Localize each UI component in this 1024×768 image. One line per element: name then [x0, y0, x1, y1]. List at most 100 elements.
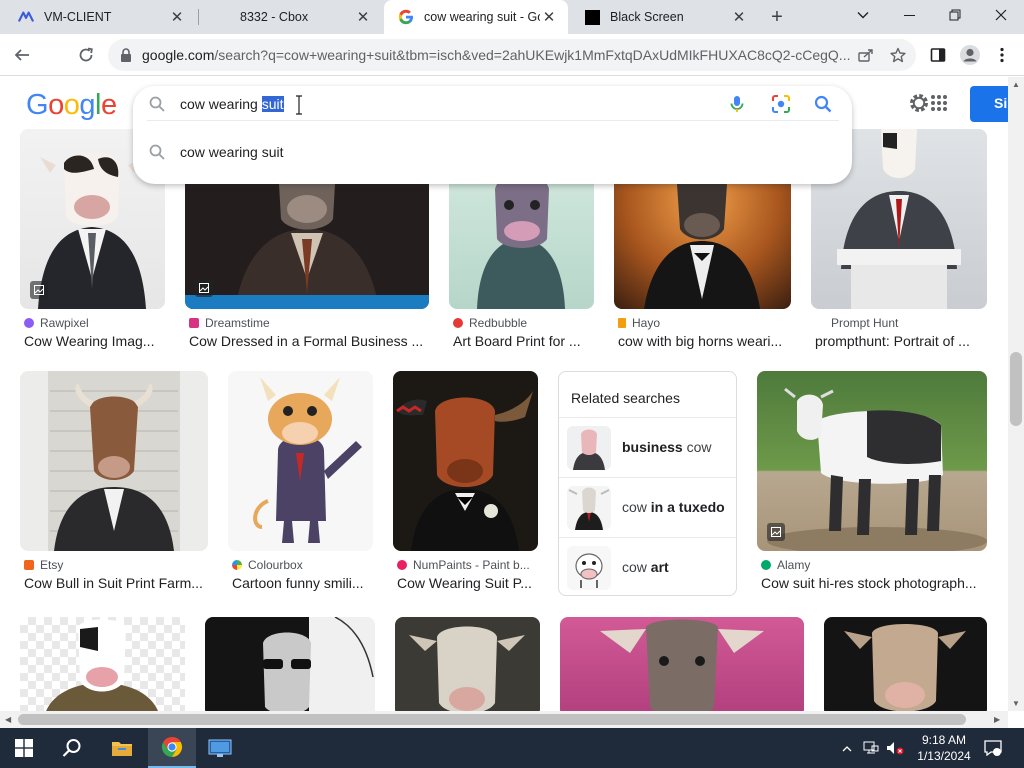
- result-image[interactable]: [228, 371, 373, 551]
- label-bold: art: [650, 559, 669, 575]
- logo-letter: G: [26, 89, 49, 121]
- related-search-label: cow art: [622, 559, 669, 575]
- tab-search-chevron-icon[interactable]: [840, 0, 886, 30]
- close-tab-icon[interactable]: ✕: [540, 8, 558, 26]
- reload-icon[interactable]: [72, 41, 100, 69]
- file-explorer-icon[interactable]: [98, 728, 146, 768]
- result-source[interactable]: NumPaints - Paint b...: [397, 558, 538, 572]
- restore-icon[interactable]: [932, 0, 978, 30]
- search-input[interactable]: cow wearing suit: [180, 96, 284, 112]
- tab-black-screen[interactable]: Black Screen ✕: [570, 0, 758, 34]
- result-source[interactable]: Redbubble: [453, 316, 593, 330]
- tab-title: VM-CLIENT: [44, 10, 112, 24]
- result-image[interactable]: [824, 617, 987, 711]
- result-image[interactable]: [393, 371, 538, 551]
- result-title[interactable]: Cow Wearing Imag...: [24, 333, 164, 349]
- related-search-cow-in-a-tuxedo[interactable]: cow in a tuxedo: [559, 477, 736, 537]
- new-tab-button[interactable]: +: [764, 5, 790, 29]
- vertical-scroll-thumb[interactable]: [1010, 352, 1022, 426]
- page-icon: [214, 9, 230, 25]
- url-path: /search?q=cow+wearing+suit&tbm=isch&ved=…: [214, 47, 851, 63]
- scroll-down-arrow-icon[interactable]: ▼: [1012, 699, 1020, 708]
- bookmark-star-icon[interactable]: [888, 45, 908, 65]
- source-name: Rawpixel: [40, 316, 89, 330]
- taskbar-search-icon[interactable]: [48, 728, 96, 768]
- result-source[interactable]: Etsy: [24, 558, 208, 572]
- result-image[interactable]: [20, 617, 185, 711]
- profile-avatar-icon[interactable]: [956, 41, 984, 69]
- result-image[interactable]: [205, 617, 375, 711]
- watermark-banner: [185, 295, 429, 309]
- google-logo[interactable]: Google: [26, 89, 117, 122]
- chrome-taskbar-icon[interactable]: [148, 728, 196, 768]
- result-title[interactable]: Art Board Print for ...: [453, 333, 593, 349]
- scroll-up-arrow-icon[interactable]: ▲: [1012, 80, 1020, 89]
- hayo-icon: [618, 318, 626, 328]
- search-submit-icon[interactable]: [813, 94, 833, 117]
- volume-muted-icon[interactable]: [886, 739, 904, 757]
- related-search-label: business cow: [622, 439, 712, 455]
- google-lens-icon[interactable]: [771, 94, 791, 117]
- url-text[interactable]: google.com/search?q=cow+wearing+suit&tbm…: [142, 47, 852, 63]
- result-image[interactable]: [20, 371, 208, 551]
- share-icon[interactable]: [856, 45, 876, 65]
- result-image[interactable]: [757, 371, 987, 551]
- result-source[interactable]: Hayo: [618, 316, 790, 330]
- horizontal-scroll-thumb[interactable]: [18, 714, 966, 725]
- scroll-left-arrow-icon[interactable]: ◀: [5, 715, 11, 724]
- result-title[interactable]: Cartoon funny smili...: [232, 575, 377, 591]
- related-thumbnail: [567, 486, 611, 530]
- search-icon: [149, 96, 165, 115]
- notifications-icon[interactable]: [984, 739, 1002, 757]
- search-icon: [149, 144, 165, 163]
- related-search-business-cow[interactable]: business cow: [559, 417, 736, 477]
- settings-gear-icon[interactable]: [908, 92, 930, 117]
- remote-desktop-icon[interactable]: [196, 728, 244, 768]
- result-source[interactable]: Dreamstime: [189, 316, 429, 330]
- tab-google-search[interactable]: cow wearing suit - Goo ✕: [384, 0, 568, 34]
- result-image[interactable]: [560, 617, 804, 711]
- result-source[interactable]: Prompt Hunt: [815, 316, 987, 330]
- browser-toolbar: google.com/search?q=cow+wearing+suit&tbm…: [0, 34, 1024, 76]
- system-clock[interactable]: 9:18 AM 1/13/2024: [912, 732, 976, 764]
- network-icon[interactable]: [862, 739, 880, 757]
- tab-separator: [198, 9, 199, 25]
- result-title[interactable]: Cow suit hi-res stock photograph...: [761, 575, 987, 591]
- result-title[interactable]: Cow Dressed in a Formal Business ...: [189, 333, 429, 349]
- microphone-icon[interactable]: [727, 94, 747, 117]
- back-arrow-icon[interactable]: [8, 41, 36, 69]
- close-tab-icon[interactable]: ✕: [354, 8, 372, 26]
- result-title[interactable]: prompthunt: Portrait of ...: [815, 333, 987, 349]
- lock-icon[interactable]: [120, 48, 132, 65]
- result-source[interactable]: Alamy: [761, 558, 987, 572]
- tab-cbox[interactable]: 8332 - Cbox ✕: [200, 0, 382, 34]
- side-panel-icon[interactable]: [924, 41, 952, 69]
- logo-letter: o: [63, 89, 80, 121]
- search-suggestion[interactable]: cow wearing suit: [133, 138, 852, 166]
- close-window-icon[interactable]: [978, 0, 1024, 30]
- vm-client-icon: [18, 9, 34, 25]
- google-apps-grid-icon[interactable]: [930, 94, 948, 115]
- chrome-menu-icon[interactable]: [988, 41, 1016, 69]
- minimize-icon[interactable]: [886, 0, 932, 30]
- close-tab-icon[interactable]: ✕: [168, 8, 186, 26]
- address-bar[interactable]: google.com/search?q=cow+wearing+suit&tbm…: [108, 39, 916, 71]
- source-name: Hayo: [632, 316, 661, 330]
- result-image[interactable]: [395, 617, 540, 711]
- result-source[interactable]: Rawpixel: [24, 316, 164, 330]
- search-box[interactable]: cow wearing suit cow wearing suit: [133, 86, 852, 184]
- result-title[interactable]: cow with big horns weari...: [618, 333, 790, 349]
- query-text: cow wearing: [180, 96, 262, 112]
- tab-vm-client[interactable]: VM-CLIENT ✕: [4, 0, 196, 34]
- related-thumbnail: [567, 546, 611, 590]
- related-search-cow-art[interactable]: cow art: [559, 537, 736, 597]
- colourbox-icon: [232, 560, 242, 570]
- result-source[interactable]: Colourbox: [232, 558, 377, 572]
- tab-title: 8332 - Cbox: [240, 10, 309, 24]
- scroll-right-arrow-icon[interactable]: ▶: [994, 715, 1000, 724]
- result-title[interactable]: Cow Wearing Suit P...: [397, 575, 538, 591]
- close-tab-icon[interactable]: ✕: [730, 8, 748, 26]
- show-hidden-icons-chevron-icon[interactable]: [838, 739, 856, 757]
- result-title[interactable]: Cow Bull in Suit Print Farm...: [24, 575, 208, 591]
- windows-start-icon[interactable]: [0, 728, 48, 768]
